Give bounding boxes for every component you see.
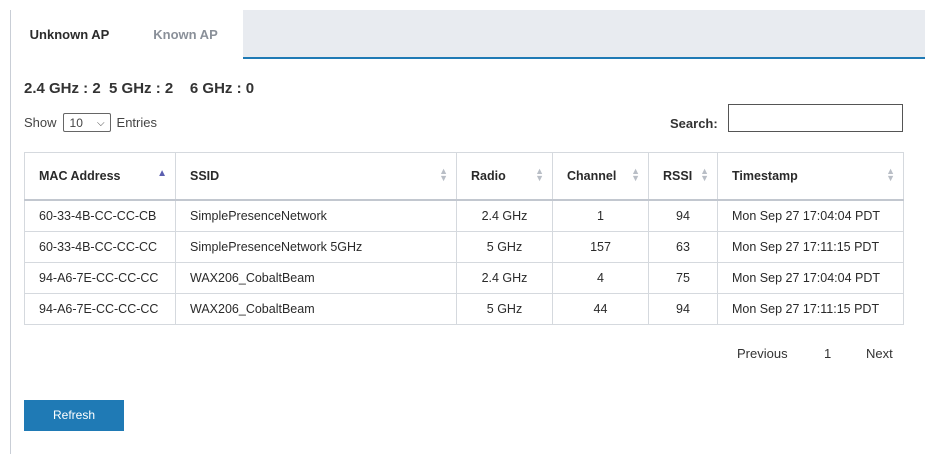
tab-known-ap[interactable]: Known AP bbox=[128, 10, 243, 59]
tab-unknown-ap[interactable]: Unknown AP bbox=[11, 10, 128, 59]
cell-radio: 5 GHz bbox=[456, 231, 553, 263]
column-header-label: Radio bbox=[471, 169, 506, 183]
refresh-button[interactable]: Refresh bbox=[24, 400, 124, 431]
cell-rssi: 63 bbox=[648, 231, 718, 263]
table-row: 60-33-4B-CC-CC-CC SimplePresenceNetwork … bbox=[24, 231, 904, 263]
column-header-label: RSSI bbox=[663, 169, 693, 183]
count-6ghz: 6 GHz : 0 bbox=[189, 80, 255, 97]
column-header-mac-address[interactable]: MAC Address ▲ bbox=[24, 152, 176, 201]
show-label: Show bbox=[24, 115, 57, 130]
entries-label: Entries bbox=[116, 115, 157, 130]
cell-timestamp: Mon Sep 27 17:04:04 PDT bbox=[717, 200, 904, 232]
cell-ssid: SimplePresenceNetwork bbox=[175, 200, 457, 232]
column-header-label: MAC Address bbox=[39, 169, 121, 183]
column-header-radio[interactable]: Radio ▲ ▼ bbox=[456, 152, 553, 201]
cell-ssid: SimplePresenceNetwork 5GHz bbox=[175, 231, 457, 263]
cell-rssi: 94 bbox=[648, 293, 718, 325]
table-row: 60-33-4B-CC-CC-CB SimplePresenceNetwork … bbox=[24, 200, 904, 232]
column-header-label: Timestamp bbox=[732, 169, 798, 183]
cell-ssid: WAX206_CobaltBeam bbox=[175, 293, 457, 325]
cell-timestamp: Mon Sep 27 17:11:15 PDT bbox=[717, 231, 904, 263]
cell-channel: 157 bbox=[552, 231, 649, 263]
next-page-button[interactable]: Next bbox=[866, 346, 893, 361]
cell-channel: 44 bbox=[552, 293, 649, 325]
table-header-row: MAC Address ▲ SSID ▲ ▼ Radio ▲ ▼ Channel ▲… bbox=[24, 152, 904, 201]
search-input[interactable] bbox=[728, 104, 903, 132]
tab-bar: Unknown AP Known AP bbox=[11, 10, 925, 59]
cell-channel: 4 bbox=[552, 262, 649, 294]
previous-page-button[interactable]: Previous bbox=[737, 346, 788, 361]
sort-ascending-icon: ▲ bbox=[157, 168, 167, 179]
table-row: 94-A6-7E-CC-CC-CC WAX206_CobaltBeam 2.4 … bbox=[24, 262, 904, 294]
cell-ssid: WAX206_CobaltBeam bbox=[175, 262, 457, 294]
entries-select[interactable]: 10 ⌵ bbox=[62, 113, 111, 132]
table-row: 94-A6-7E-CC-CC-CC WAX206_CobaltBeam 5 GH… bbox=[24, 293, 904, 325]
cell-radio: 2.4 GHz bbox=[456, 262, 553, 294]
search-label: Search: bbox=[670, 116, 718, 131]
cell-rssi: 75 bbox=[648, 262, 718, 294]
sort-icon: ▲ ▼ bbox=[439, 166, 448, 183]
cell-rssi: 94 bbox=[648, 200, 718, 232]
column-header-channel[interactable]: Channel ▲ ▼ bbox=[552, 152, 649, 201]
column-header-label: SSID bbox=[190, 169, 220, 183]
column-header-rssi[interactable]: RSSI ▲ ▼ bbox=[648, 152, 718, 201]
cell-mac: 60-33-4B-CC-CC-CB bbox=[24, 200, 176, 232]
cell-mac: 60-33-4B-CC-CC-CC bbox=[24, 231, 176, 263]
sort-icon: ▲ ▼ bbox=[631, 166, 640, 183]
cell-mac: 94-A6-7E-CC-CC-CC bbox=[24, 262, 176, 294]
cell-radio: 2.4 GHz bbox=[456, 200, 553, 232]
cell-radio: 5 GHz bbox=[456, 293, 553, 325]
cell-channel: 1 bbox=[552, 200, 649, 232]
sort-icon: ▲ ▼ bbox=[886, 166, 895, 183]
cell-mac: 94-A6-7E-CC-CC-CC bbox=[24, 293, 176, 325]
chevron-down-icon: ⌵ bbox=[96, 118, 105, 129]
ap-table: MAC Address ▲ SSID ▲ ▼ Radio ▲ ▼ Channel ▲… bbox=[24, 152, 904, 325]
page-number-1[interactable]: 1 bbox=[824, 346, 831, 361]
length-menu: Show 10 ⌵ Entries bbox=[24, 113, 157, 132]
band-counts: 2.4 GHz : 2 5 GHz : 2 6 GHz : 0 bbox=[24, 80, 254, 97]
cell-timestamp: Mon Sep 27 17:04:04 PDT bbox=[717, 262, 904, 294]
cell-timestamp: Mon Sep 27 17:11:15 PDT bbox=[717, 293, 904, 325]
count-2-4ghz: 2.4 GHz : 2 bbox=[24, 80, 101, 97]
entries-select-value: 10 bbox=[69, 116, 83, 130]
column-header-ssid[interactable]: SSID ▲ ▼ bbox=[175, 152, 457, 201]
count-5ghz: 5 GHz : 2 bbox=[109, 80, 174, 97]
column-header-timestamp[interactable]: Timestamp ▲ ▼ bbox=[717, 152, 904, 201]
sort-icon: ▲ ▼ bbox=[700, 166, 709, 183]
column-header-label: Channel bbox=[567, 169, 617, 183]
sort-icon: ▲ ▼ bbox=[535, 166, 544, 183]
